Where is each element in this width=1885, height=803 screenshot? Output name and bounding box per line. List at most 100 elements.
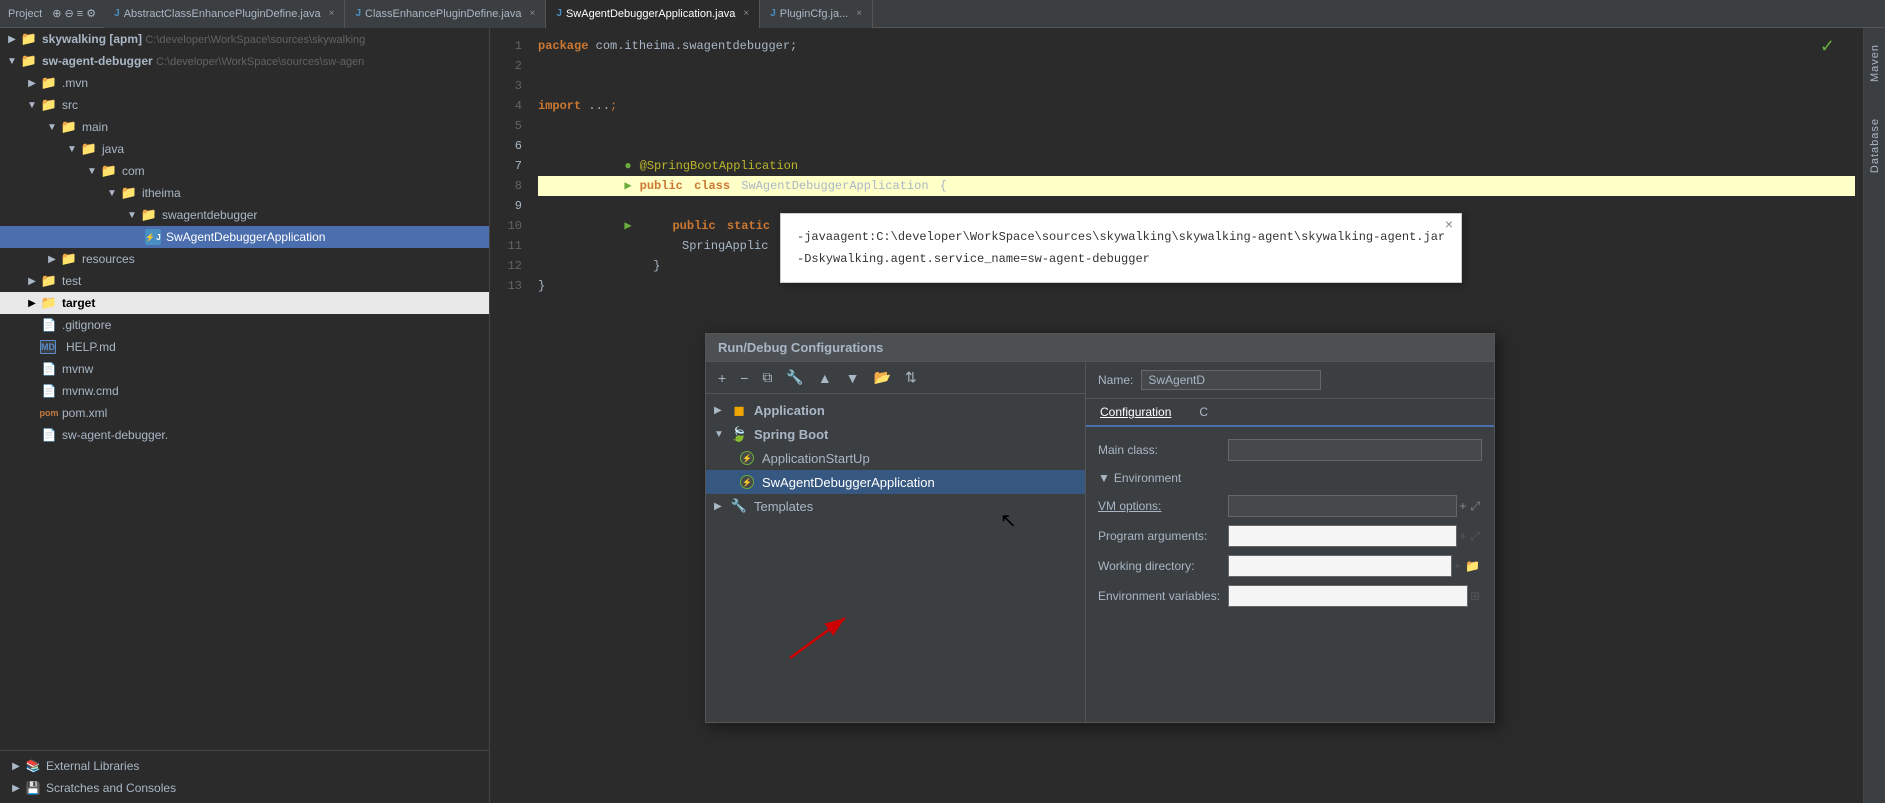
dtree-appstartup[interactable]: ⚡ ApplicationStartUp [706,446,1085,470]
tree-item-target[interactable]: ▶ 📁 target [0,292,489,314]
tree-item-resources[interactable]: ▶ 📁 resources [0,248,489,270]
tree-item-external-libs[interactable]: ▶ 📚 External Libraries [0,755,489,777]
envvars-expand-btn[interactable]: ⊞ [1468,587,1482,605]
file-icon-pomxml: pom [40,404,58,422]
tree-item-scratches[interactable]: ▶ 💾 Scratches and Consoles [0,777,489,799]
toolbar-remove-btn[interactable]: − [736,368,752,388]
tree-item-swagent[interactable]: ▼ 📁 sw-agent-debugger C:\developer\WorkS… [0,50,489,72]
code-line-2 [538,56,1855,76]
label-dtree-swagent: SwAgentDebuggerApplication [762,475,935,490]
dialog-tab-c[interactable]: C [1185,399,1222,425]
toolbar-down-btn[interactable]: ▼ [842,368,864,388]
label-java: java [102,142,124,156]
file-icon-swagentfile: 📄 [40,426,58,444]
tree-item-gitignore[interactable]: 📄 .gitignore [0,314,489,336]
kw-static-9: static [720,216,770,236]
tree-item-src[interactable]: ▼ 📁 src [0,94,489,116]
tree-item-mvn[interactable]: ▶ 📁 .mvn [0,72,489,94]
env-expand-icon: ▼ [1098,471,1110,485]
tree-item-pomxml[interactable]: pom pom.xml [0,402,489,424]
tab-plugincfg-icon: J [770,8,776,19]
tab-abstract-close[interactable]: × [329,8,335,19]
run-icon-9[interactable]: ▶ [624,216,631,236]
arrow-target: ▶ [24,298,40,309]
tree-item-itheima[interactable]: ▼ 📁 itheima [0,182,489,204]
mainclass-input[interactable] [1228,439,1482,461]
tree-item-java[interactable]: ▼ 📁 java [0,138,489,160]
dtree-springboot[interactable]: ▼ 🍃 Spring Boot [706,422,1085,446]
tree-item-swagentapp[interactable]: ⚡J SwAgentDebuggerApplication [0,226,489,248]
folder-icon-main: 📁 [60,118,78,136]
sidebar-content: ▶ 📁 skywalking [apm] C:\developer\WorkSp… [0,28,489,750]
dtree-templates[interactable]: ▶ 🔧 Templates [706,494,1085,518]
toolbar-up-btn[interactable]: ▲ [814,368,836,388]
label-mvn: .mvn [62,76,88,90]
label-swagentapp: SwAgentDebuggerApplication [166,230,325,244]
folder-icon-mvn: 📁 [40,74,58,92]
folder-icon-swagent: 📁 [20,52,38,70]
tree-item-skywalking[interactable]: ▶ 📁 skywalking [apm] C:\developer\WorkSp… [0,28,489,50]
workdir-folder-btn[interactable]: 📁 [1463,557,1482,575]
tab-swagent-close[interactable]: × [743,8,749,19]
brace-open: { [940,176,947,196]
tree-item-main[interactable]: ▼ 📁 main [0,116,489,138]
spring-run-icon-6[interactable]: ● [624,156,631,176]
progargs-expand-btn[interactable]: ⤢ [1468,527,1482,546]
workdir-add-btn[interactable]: + [1452,557,1463,575]
tooltip-close-btn[interactable]: × [1445,218,1453,234]
label-swagentdebugger: swagentdebugger [162,208,257,222]
tab-abstract[interactable]: J AbstractClassEnhancePluginDefine.java … [104,0,345,28]
sidebar: ▶ 📁 skywalking [apm] C:\developer\WorkSp… [0,28,490,803]
workdir-wrapper: + 📁 [1228,555,1482,577]
folder-icon-com: 📁 [100,162,118,180]
tab-plugincfg-close[interactable]: × [856,8,862,19]
tree-item-helpmd[interactable]: MD HELP.md [0,336,489,358]
tab-classenhance-close[interactable]: × [530,8,536,19]
arrow-resources: ▶ [44,254,60,265]
toolbar-add-btn[interactable]: + [714,368,730,388]
database-label[interactable]: Database [1865,110,1885,181]
tree-item-swagentfile[interactable]: 📄 sw-agent-debugger. [0,424,489,446]
tree-item-swagentdebugger[interactable]: ▼ 📁 swagentdebugger [0,204,489,226]
tree-item-com[interactable]: ▼ 📁 com [0,160,489,182]
dialog-left: + − ⧉ 🔧 ▲ ▼ 📂 ⇅ [706,362,1086,722]
vmoptions-input[interactable] [1228,495,1457,517]
progargs-input[interactable] [1228,525,1457,547]
code-line-1: package com.itheima.swagentdebugger; [538,36,1855,56]
label-gitignore: .gitignore [62,318,111,332]
dialog-tab-configuration[interactable]: Configuration [1086,399,1185,427]
tab-plugincfg[interactable]: J PluginCfg.ja... × [760,0,873,28]
dtree-swagentdebugger[interactable]: ⚡ SwAgentDebuggerApplication [706,470,1085,494]
mainclass-label: Main class: [1098,443,1228,457]
toolbar-sort-btn[interactable]: ⇅ [901,367,921,388]
dialog-title-bar: Run/Debug Configurations [706,334,1494,362]
progargs-add-btn[interactable]: + [1457,527,1468,545]
dialog-tabs: Configuration C [1086,399,1494,427]
progargs-label: Program arguments: [1098,529,1228,543]
tree-item-mvnwcmd[interactable]: 📄 mvnw.cmd [0,380,489,402]
tooltip-line-2: -Dskywalking.agent.service_name=sw-agent… [797,248,1445,270]
label-templates: Templates [754,499,813,514]
dtree-application[interactable]: ▶ ◼ Application [706,398,1085,422]
tree-item-mvnw[interactable]: 📄 mvnw [0,358,489,380]
dialog-name-input[interactable] [1141,370,1321,390]
envvars-input[interactable] [1228,585,1468,607]
arrow-templates: ▶ [714,501,730,512]
tab-classenhance[interactable]: J ClassEnhancePluginDefine.java × [345,0,546,28]
vmoptions-expand2-btn[interactable]: ⤢ [1468,497,1482,516]
line-numbers: 1 2 3 4 5 6 7 8 9 10 11 12 13 [490,28,530,803]
spring-run-icon-7[interactable]: ▶ [624,176,631,196]
project-label: Project [8,8,42,20]
workdir-input[interactable] [1228,555,1452,577]
tab-swagent[interactable]: J SwAgentDebuggerApplication.java × [546,0,760,28]
tab-swagent-label: SwAgentDebuggerApplication.java [566,8,735,20]
tab-classenhance-label: ClassEnhancePluginDefine.java [365,8,522,20]
toolbar-copy-btn[interactable]: ⧉ [758,367,776,388]
tab-abstract-icon: J [114,8,120,19]
form-section-env[interactable]: ▼ Environment [1098,465,1482,491]
vmoptions-expand-btn[interactable]: + [1457,497,1468,515]
maven-label[interactable]: Maven [1865,36,1885,90]
tree-item-test[interactable]: ▶ 📁 test [0,270,489,292]
toolbar-wrench-btn[interactable]: 🔧 [782,367,807,388]
toolbar-folder-btn[interactable]: 📂 [870,367,895,388]
